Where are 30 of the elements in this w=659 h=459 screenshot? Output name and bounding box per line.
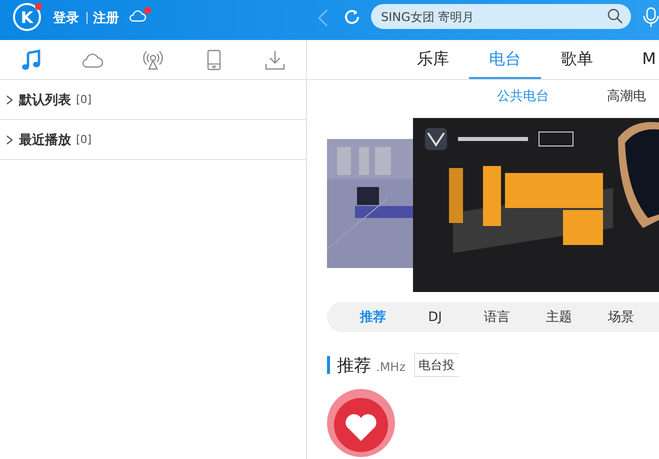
nav-tab[interactable]: 歌单 (541, 40, 613, 79)
sub-tab[interactable]: 公共电台 (497, 87, 549, 105)
radio-icon[interactable] (142, 48, 164, 70)
nav-tab[interactable]: 乐库 (397, 40, 469, 79)
register-link[interactable]: 注册 (93, 9, 120, 27)
category-tab[interactable]: 主题 (528, 308, 590, 326)
submit-station-button[interactable]: 电台投 (414, 353, 458, 377)
section-title: 推荐 (337, 354, 371, 376)
expand-icon[interactable] (6, 134, 14, 144)
section-subtitle: .MHz (376, 360, 406, 374)
playlist-title[interactable]: 默认列表 (19, 90, 71, 108)
nav-tab[interactable]: M (613, 40, 659, 79)
playlist-count: [0] (76, 133, 92, 146)
login-link[interactable]: 登录 (53, 9, 79, 27)
category-tab[interactable]: DJ (404, 310, 466, 324)
search-icon[interactable] (607, 8, 623, 24)
refresh-icon[interactable] (343, 8, 361, 26)
category-tab[interactable]: 语言 (466, 308, 528, 326)
expand-icon[interactable] (6, 94, 14, 104)
playlist-title[interactable]: 最近播放 (19, 130, 71, 148)
download-icon[interactable] (264, 48, 286, 70)
music-icon[interactable] (20, 48, 42, 70)
logo[interactable]: K (13, 3, 41, 31)
nav-tab[interactable]: 电台 (469, 40, 541, 79)
sub-tab[interactable]: 高潮电 (607, 87, 646, 105)
search-field[interactable]: SING女团 寄明月 (371, 4, 631, 29)
separator: | (85, 10, 90, 24)
category-tab[interactable]: 场景 (590, 308, 652, 326)
microphone-icon[interactable] (643, 6, 659, 28)
playlist-count: [0] (76, 93, 92, 106)
